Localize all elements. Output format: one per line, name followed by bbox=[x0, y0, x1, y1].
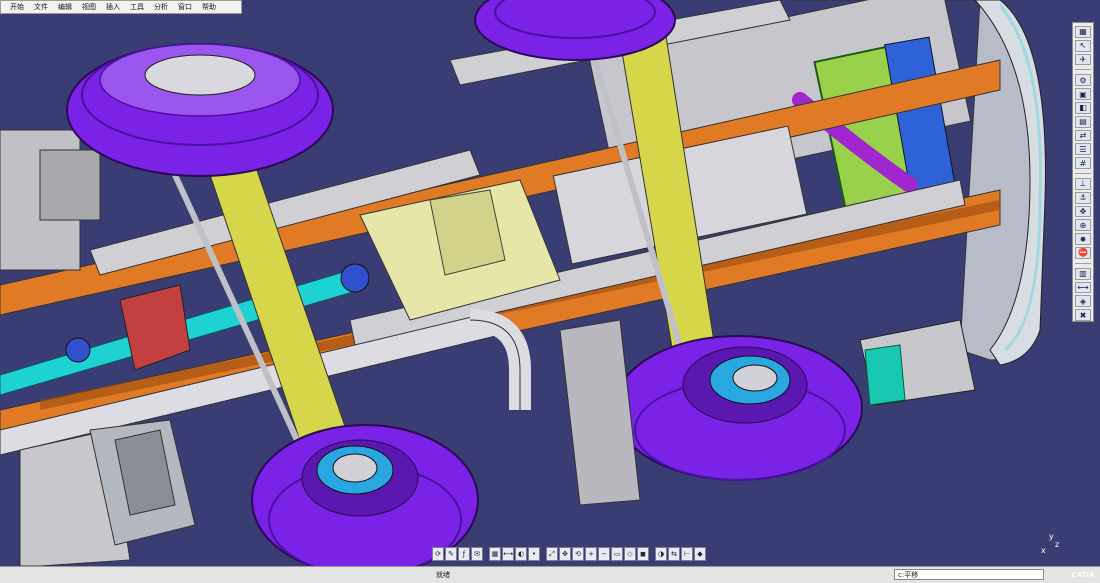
new-product-icon[interactable]: ▣ bbox=[1075, 88, 1091, 100]
right-toolbar: ▦ ↖ ✈ ⚙ ▣ ◧ ▤ ⇄ ☰ # ⊥ ⚓ ✥ ⊕ ✸ ⛔ ▥ ⟷ ◈ ✖ bbox=[1072, 22, 1094, 322]
fit-all-icon[interactable]: ⤢ bbox=[546, 547, 558, 561]
toolbar-separator bbox=[1075, 262, 1091, 264]
normal-view-icon[interactable]: ▭ bbox=[611, 547, 623, 561]
rotate-icon[interactable]: ⟲ bbox=[572, 547, 584, 561]
update-icon[interactable]: ⟳ bbox=[432, 547, 444, 561]
select-icon[interactable]: ↖ bbox=[1075, 39, 1091, 52]
3d-viewport[interactable] bbox=[0, 0, 1100, 583]
comment-icon[interactable]: ✉ bbox=[471, 547, 483, 561]
axis-icon[interactable]: ⊢ bbox=[681, 547, 693, 561]
hide-show-icon[interactable]: ◑ bbox=[655, 547, 667, 561]
snap-icon[interactable]: ⊕ bbox=[1075, 219, 1091, 232]
explode-icon[interactable]: ✸ bbox=[1075, 233, 1091, 246]
zoom-in-icon[interactable]: + bbox=[585, 547, 597, 561]
measure-icon[interactable]: ⟷ bbox=[502, 547, 514, 561]
bottom-toolbar: ⟳ ✎ ƒ ✉ ▦ ⟷ ◐ • ⤢ ✥ ⟲ + − ▭ ◇ ◼ ◑ ⇆ ⊢ ◆ bbox=[432, 545, 772, 563]
assembly-view bbox=[0, 0, 1046, 566]
zoom-out-icon[interactable]: − bbox=[598, 547, 610, 561]
menu-bar: 开始 文件 编辑 视图 插入 工具 分析 窗口 帮助 bbox=[0, 0, 242, 14]
material-icon[interactable]: ◆ bbox=[694, 547, 706, 561]
menu-item-6[interactable]: 分析 bbox=[149, 1, 173, 13]
tire-bottom-right bbox=[613, 335, 863, 481]
scenes-icon[interactable]: ◈ bbox=[1075, 295, 1091, 308]
status-bar: 就绪 bbox=[0, 566, 1100, 583]
iso-view-icon[interactable]: ◇ bbox=[624, 547, 636, 561]
tire-top-left bbox=[66, 43, 334, 177]
compass-x-label: x bbox=[1041, 546, 1046, 555]
new-part-icon[interactable]: ◧ bbox=[1075, 101, 1091, 114]
existing-component-icon[interactable]: ▤ bbox=[1075, 115, 1091, 128]
constraint-icon[interactable]: ⊥ bbox=[1075, 177, 1091, 190]
render-style-icon[interactable]: ◼ bbox=[637, 547, 649, 561]
toolbar-separator bbox=[1075, 69, 1091, 71]
status-text: 就绪 bbox=[436, 571, 450, 579]
analysis-icon[interactable]: ◐ bbox=[515, 547, 527, 561]
menu-item-0[interactable]: 开始 bbox=[5, 1, 29, 13]
fx-formula-icon[interactable]: ƒ bbox=[458, 547, 470, 561]
menu-item-7[interactable]: 窗口 bbox=[173, 1, 197, 13]
product-structure-icon[interactable]: ▦ bbox=[1075, 26, 1091, 38]
command-input[interactable] bbox=[894, 569, 1044, 580]
menu-item-5[interactable]: 工具 bbox=[125, 1, 149, 13]
graph-tree-icon[interactable]: ☰ bbox=[1075, 143, 1091, 156]
toolbar-separator bbox=[1075, 173, 1091, 174]
swap-space-icon[interactable]: ⇆ bbox=[668, 547, 680, 561]
clash-icon[interactable]: ✖ bbox=[1075, 309, 1091, 321]
generate-numbering-icon[interactable]: # bbox=[1075, 157, 1091, 170]
replace-icon[interactable]: ⇄ bbox=[1075, 129, 1091, 142]
compass-y-label: y bbox=[1049, 532, 1054, 541]
menu-item-3[interactable]: 视图 bbox=[77, 1, 101, 13]
measure-icon[interactable]: ⟷ bbox=[1075, 281, 1091, 294]
point-icon[interactable]: • bbox=[528, 547, 540, 561]
menu-item-8[interactable]: 帮助 bbox=[197, 1, 221, 13]
catia-logo: CATIA bbox=[1071, 570, 1095, 579]
table-icon[interactable]: ▦ bbox=[489, 547, 501, 561]
menu-item-2[interactable]: 编辑 bbox=[53, 1, 77, 13]
sketch-icon[interactable]: ✎ bbox=[445, 547, 457, 561]
manipulation-icon[interactable]: ✥ bbox=[1075, 205, 1091, 218]
bill-of-material-icon[interactable]: ▥ bbox=[1075, 267, 1091, 280]
fix-icon[interactable]: ⚓ bbox=[1075, 191, 1091, 204]
menu-item-1[interactable]: 文件 bbox=[29, 1, 53, 13]
component-icon[interactable]: ⚙ bbox=[1075, 74, 1091, 87]
fly-mode-icon[interactable]: ✈ bbox=[1075, 53, 1091, 66]
stop-clash-icon[interactable]: ⛔ bbox=[1075, 247, 1091, 259]
compass-z-label: z bbox=[1055, 540, 1060, 549]
pan-icon[interactable]: ✥ bbox=[559, 547, 571, 561]
menu-item-4[interactable]: 插入 bbox=[101, 1, 125, 13]
